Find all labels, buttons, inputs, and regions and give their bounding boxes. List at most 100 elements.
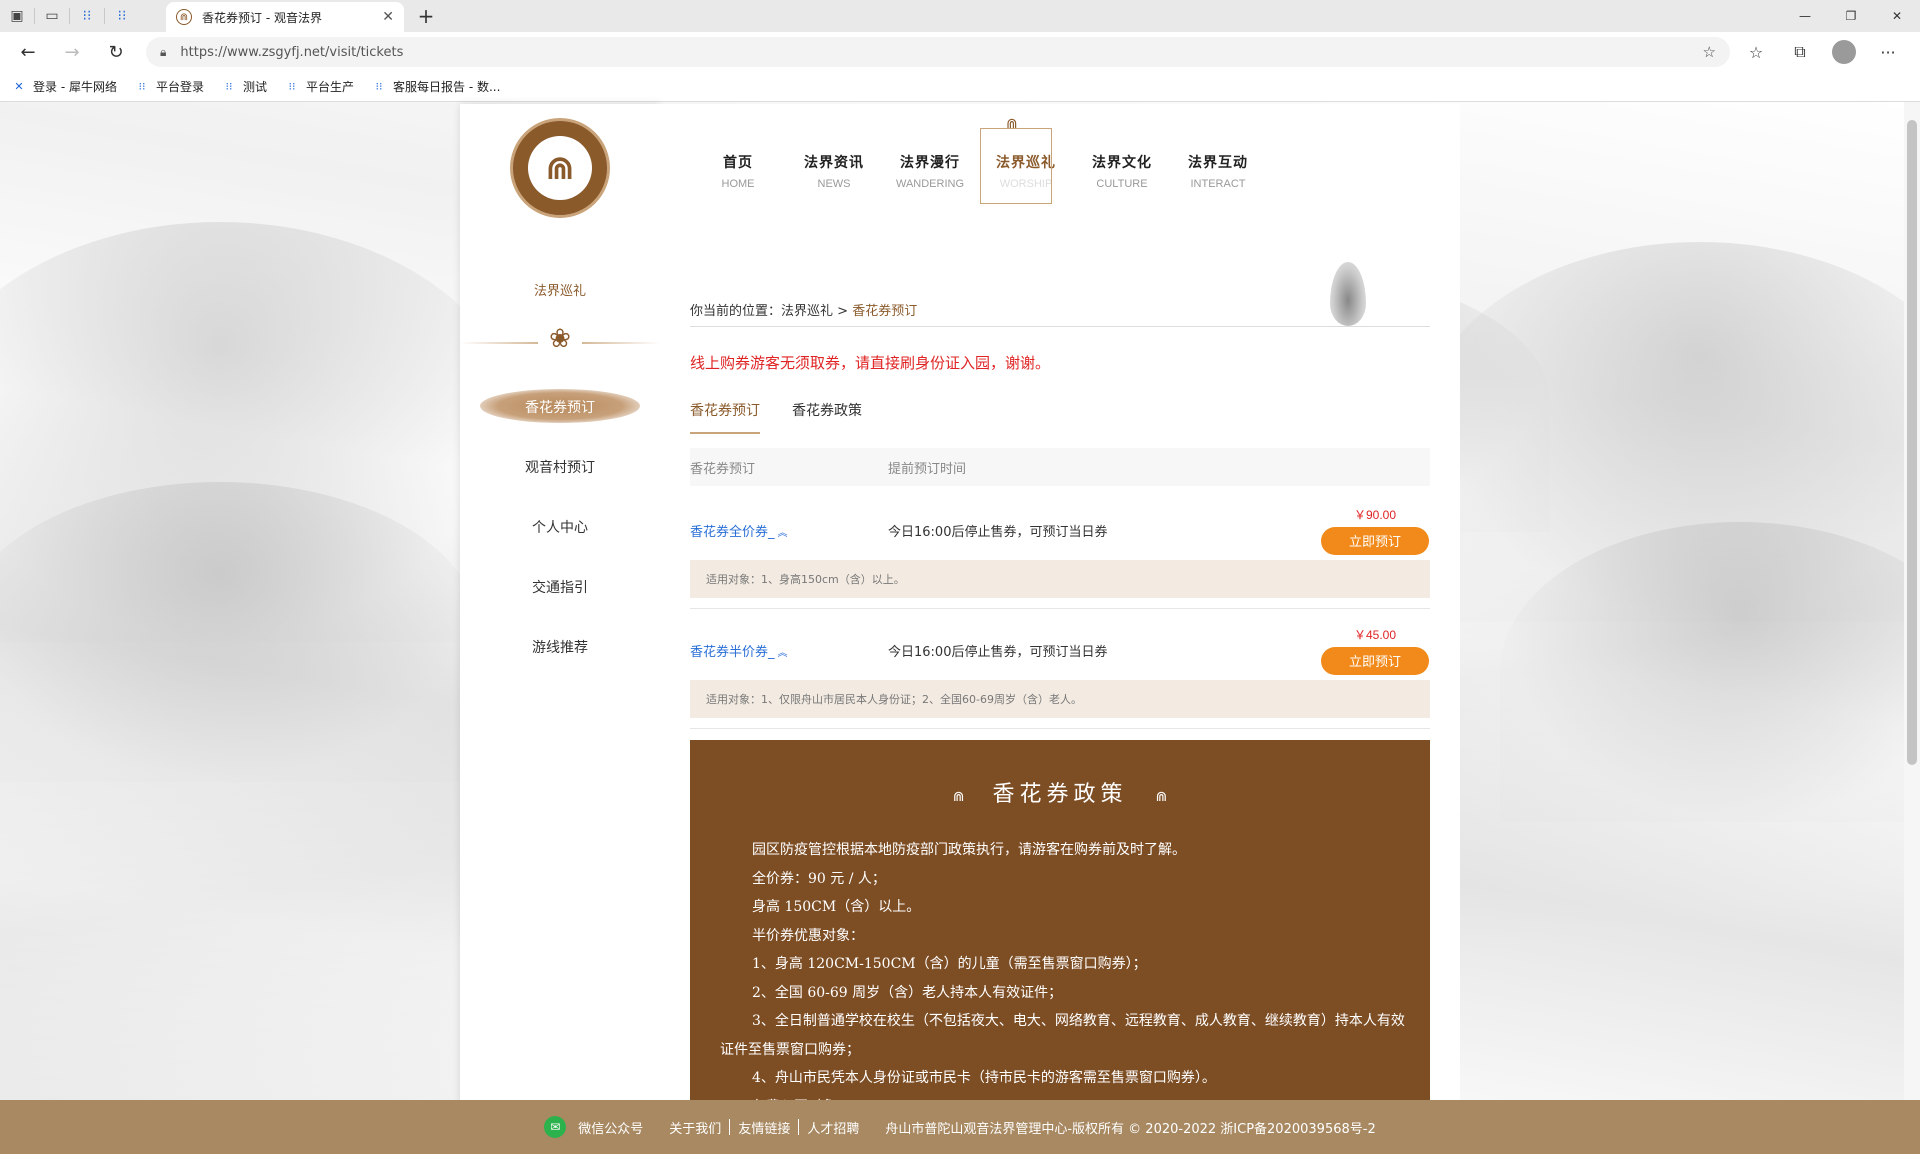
tab-title: 香花券预订 - 观音法界 — [202, 10, 322, 25]
nav-culture[interactable]: 法界文化 CULTURE — [1074, 152, 1170, 190]
ticket-price: ￥90.00 — [1353, 507, 1397, 522]
ticket-desc: 今日16:00后停止售券，可预订当日券 — [888, 644, 1108, 660]
address-bar-row: ← → ↻ 🔒︎ https://www.zsgyfj.net/visit/ti… — [0, 32, 1920, 72]
browser-tab-bar: ▣ ▭ ⁝⁝ ⁝⁝ ⋒ 香花券预订 - 观音法界 ✕ + — ❐ ✕ — [0, 0, 1920, 32]
breadcrumb-current: 香花券预订 — [852, 304, 918, 319]
divider — [690, 608, 1430, 609]
close-tab-icon[interactable]: ✕ — [382, 9, 394, 25]
lotus-icon: ❀ — [538, 324, 582, 354]
nav-wandering[interactable]: 法界漫行 WANDERING — [882, 152, 978, 190]
nav-label: 法界漫行 — [900, 155, 960, 171]
nav-interact[interactable]: 法界互动 INTERACT — [1170, 152, 1266, 190]
arch-icon: ⋒ — [952, 789, 965, 805]
breadcrumb-prefix: 你当前的位置： — [690, 304, 782, 319]
apps-icon[interactable]: ⁝⁝ — [105, 0, 139, 32]
page-icon[interactable]: ▭ — [35, 0, 69, 32]
profile-avatar[interactable] — [1822, 40, 1866, 64]
logo-arch-icon: ⋒ — [528, 136, 592, 200]
policy-line: 1、身高 120CM-150CM（含）的儿童（需至售票窗口购券）； — [752, 956, 1147, 972]
back-icon[interactable]: ← — [6, 32, 50, 72]
bookmark-item[interactable]: ⁝⁝ 测试 — [222, 78, 267, 95]
policy-line: 半价券优惠对象： — [752, 927, 864, 944]
wechat-icon[interactable]: ✉ — [544, 1116, 567, 1138]
bookmark-item[interactable]: ⁝⁝ 客服每日报告 - 数... — [372, 78, 501, 95]
forward-icon[interactable]: → — [50, 32, 94, 72]
bookmarks-bar: ✕ 登录 - 犀牛网络 ⁝⁝ 平台登录 ⁝⁝ 测试 ⁝⁝ 平台生产 ⁝⁝ 客服每日报告 -… — [0, 72, 1920, 102]
content-tabs: 香花券预订 香花券政策 — [690, 400, 1430, 434]
apps-icon: ⁝⁝ — [138, 80, 146, 93]
footer-wechat[interactable]: 微信公众号 — [578, 1118, 643, 1137]
tab-ticket-policy[interactable]: 香花券政策 — [792, 400, 862, 434]
flame-drop-icon — [1330, 262, 1366, 326]
minimize-icon[interactable]: — — [1782, 0, 1828, 32]
apps-icon[interactable]: ⁝⁝ — [70, 0, 104, 32]
sidebar-item-traffic[interactable]: 交通指引 — [460, 577, 660, 597]
footer-link-about[interactable]: 关于我们 — [669, 1118, 721, 1137]
left-sidebar: ⋒ 法界巡礼 ❀ 香花券预订 观音村预订 个人中心 交通指引 游线推荐 — [460, 104, 660, 1104]
sidebar-item-village-booking[interactable]: 观音村预订 — [460, 457, 660, 477]
tab-actions-icon[interactable]: ▣ — [0, 0, 34, 32]
url-field[interactable]: 🔒︎ https://www.zsgyfj.net/visit/tickets … — [146, 37, 1730, 67]
add-favorite-icon[interactable]: ☆ — [1703, 43, 1716, 61]
arch-icon: ⋒ — [1155, 789, 1168, 805]
restore-icon[interactable]: ❐ — [1828, 0, 1874, 32]
nav-news[interactable]: 法界资讯 NEWS — [786, 152, 882, 190]
site-logo[interactable]: ⋒ — [510, 118, 610, 218]
breadcrumb: 你当前的位置：法界巡礼 > 香花券预订 — [690, 300, 917, 319]
collections-icon[interactable]: ⧉ — [1778, 42, 1822, 62]
divider — [690, 728, 1430, 729]
sidebar-title: 法界巡礼 — [533, 284, 586, 299]
column-header: 提前预订时间 — [888, 461, 967, 477]
bookmark-item[interactable]: ✕ 登录 - 犀牛网络 — [12, 78, 117, 95]
favorites-icon[interactable]: ☆ — [1734, 43, 1778, 62]
nav-sub-label: HOME — [721, 178, 755, 190]
nav-home[interactable]: 首页 HOME — [690, 152, 786, 190]
sidebar-item-incense-ticket[interactable]: 香花券预订 — [460, 397, 660, 417]
footer-link-jobs[interactable]: 人才招聘 — [807, 1118, 859, 1137]
policy-line: 2、全国 60-69 周岁（含）老人持本人有效证件； — [752, 984, 1063, 1001]
policy-line: 4、舟山市民凭本人身份证或市民卡（持市民卡的游客需至售票窗口购券）。 — [752, 1070, 1216, 1086]
main-content: 首页 HOME 法界资讯 NEWS 法界漫行 WANDERING ⋒ 法界巡礼 … — [660, 104, 1460, 1120]
chevron-up-icon[interactable]: ︽ — [778, 648, 788, 659]
ticket-name-link[interactable]: 香花券全价券_ ︽ — [690, 521, 888, 540]
top-navigation: 首页 HOME 法界资讯 NEWS 法界漫行 WANDERING ⋒ 法界巡礼 … — [690, 116, 1266, 204]
nav-worship[interactable]: ⋒ 法界巡礼 WORSHIP — [978, 116, 1074, 204]
breadcrumb-parent[interactable]: 法界巡礼 — [781, 304, 833, 319]
table-row: 香花券全价券_ ︽ 今日16:00后停止售券，可预订当日券 ￥90.00 立即预订 — [690, 502, 1430, 558]
nav-label: 法界资讯 — [804, 155, 864, 171]
policy-line: 3、全日制普通学校在校生（不包括夜大、电大、网络教育、远程教育、成人教育、继续教… — [720, 1013, 1405, 1058]
nav-sub-label: CULTURE — [1096, 178, 1148, 190]
bookmark-item[interactable]: ⁝⁝ 平台登录 — [135, 78, 204, 95]
table-row: 香花券半价券_ ︽ 今日16:00后停止售券，可预订当日券 ￥45.00 立即预订 — [690, 622, 1430, 678]
active-tab[interactable]: ⋒ 香花券预订 - 观音法界 ✕ — [166, 2, 404, 32]
ticket-name: 香花券半价券_ — [690, 644, 775, 660]
policy-line: 全价券：90 元 / 人； — [752, 870, 886, 887]
url-text[interactable]: https://www.zsgyfj.net/visit/tickets — [180, 45, 1702, 60]
close-window-icon[interactable]: ✕ — [1874, 0, 1920, 32]
footer-link-friends[interactable]: 友情链接 — [738, 1118, 790, 1137]
policy-title: ⋒ 香花券政策 ⋒ — [690, 776, 1430, 808]
sidebar-item-routes[interactable]: 游线推荐 — [460, 637, 660, 657]
policy-line: 园区防疫管控根据本地防疫部门政策执行，请游客在购券前及时了解。 — [752, 842, 1186, 858]
scrollbar-thumb[interactable] — [1907, 120, 1917, 765]
sidebar-item-personal-center[interactable]: 个人中心 — [460, 517, 660, 537]
nav-label: 法界文化 — [1092, 155, 1152, 171]
divider — [729, 1119, 731, 1135]
breadcrumb-separator: > — [833, 304, 853, 319]
bookmark-item[interactable]: ⁝⁝ 平台生产 — [285, 78, 355, 95]
ticket-name-link[interactable]: 香花券半价券_ ︽ — [690, 641, 888, 660]
nav-sub-label: INTERACT — [1190, 178, 1246, 190]
site-favicon-icon: ⋒ — [176, 9, 192, 25]
toolbar-right: ☆ ⧉ ··· — [1734, 32, 1910, 72]
apps-icon: ⁝⁝ — [225, 80, 233, 93]
lock-icon[interactable]: 🔒︎ — [160, 45, 166, 60]
book-now-button[interactable]: 立即预订 — [1321, 646, 1429, 675]
chevron-up-icon[interactable]: ︽ — [778, 528, 788, 539]
tab-ticket-booking[interactable]: 香花券预订 — [690, 400, 760, 434]
policy-title-text: 香花券政策 — [992, 782, 1128, 807]
more-menu-icon[interactable]: ··· — [1866, 43, 1910, 62]
apps-icon: ⁝⁝ — [375, 80, 383, 93]
new-tab-icon[interactable]: + — [410, 0, 442, 32]
refresh-icon[interactable]: ↻ — [94, 32, 138, 72]
book-now-button[interactable]: 立即预订 — [1321, 526, 1429, 555]
